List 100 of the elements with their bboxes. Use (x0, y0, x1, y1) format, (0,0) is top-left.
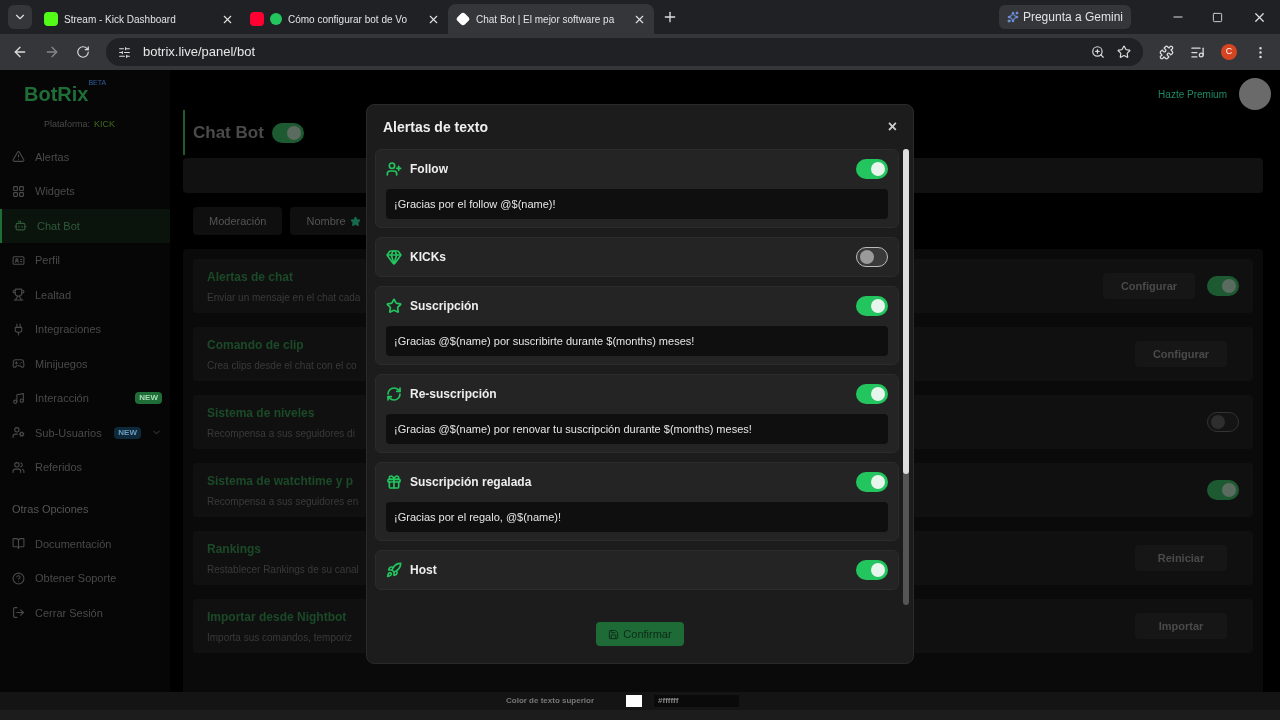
trophy-icon (12, 288, 25, 302)
sidebar-item[interactable]: Minijuegos (0, 346, 170, 381)
message-field[interactable]: ¡Gracias @$(name) por renovar tu suscripción durante $(months) meses! (386, 414, 888, 444)
back-icon[interactable] (12, 44, 28, 60)
grid-icon (12, 184, 25, 198)
favicon-icon (250, 12, 264, 26)
browser-tab[interactable]: Chat Bot | El mejor software pa (448, 4, 654, 34)
sidebar-item[interactable]: Referidos (0, 450, 170, 485)
reload-icon[interactable] (76, 45, 90, 59)
browser-tab[interactable]: Stream - Kick Dashboard (36, 4, 242, 34)
gift-icon (386, 474, 402, 490)
users-icon (12, 460, 25, 474)
maximize-icon[interactable] (1212, 11, 1223, 23)
refresh-icon (386, 386, 402, 402)
confirm-button[interactable]: Confirmar (596, 622, 684, 646)
gamepad-icon (12, 357, 25, 371)
toggle-switch[interactable] (856, 247, 888, 267)
sidebar-item[interactable]: Lealtad (0, 277, 170, 312)
music-note-icon (12, 391, 25, 405)
address-bar[interactable]: botrix.live/panel/bot (106, 38, 1143, 66)
sidebar-item[interactable]: Integraciones (0, 312, 170, 347)
toggle-switch[interactable] (856, 296, 888, 316)
platform-name: KICK (94, 118, 116, 131)
sidebar-item[interactable]: Cerrar Sesión (0, 595, 170, 630)
message-field[interactable]: ¡Gracias por el follow @$(name)! (386, 189, 888, 219)
new-badge: NEW (135, 392, 162, 405)
media-icon[interactable] (1190, 44, 1205, 60)
sparkle-icon (1006, 11, 1019, 23)
tab[interactable]: Moderación (193, 207, 283, 235)
rocket-icon (386, 562, 402, 578)
tab-title: Cómo configurar bot de Vo (288, 12, 408, 27)
sidebar-item[interactable]: Alertas (0, 139, 170, 174)
book-icon (12, 537, 25, 551)
toggle-switch[interactable] (1207, 276, 1239, 296)
help-icon (12, 571, 25, 585)
gemini-button[interactable]: Pregunta a Gemini (998, 5, 1131, 29)
tab-title: Chat Bot | El mejor software pa (476, 12, 616, 27)
toggle-switch[interactable] (1207, 412, 1239, 432)
scrollbar[interactable] (903, 149, 909, 605)
new-badge: NEW (114, 426, 141, 439)
forward-icon[interactable] (44, 44, 60, 60)
profile-avatar[interactable]: C (1221, 44, 1237, 60)
sidebar-item[interactable]: Sub-Usuarios NEW (0, 415, 170, 450)
sidebar-item[interactable]: Widgets (0, 174, 170, 209)
color-value-field[interactable]: #ffffff (654, 695, 739, 707)
sidebar-item[interactable]: Documentación (0, 526, 170, 561)
feature-title: Importar desde Nightbot (207, 608, 347, 626)
star-icon (386, 298, 402, 314)
alert-label: Follow (410, 161, 449, 177)
url-text: botrix.live/panel/bot (143, 42, 255, 61)
site-settings-icon[interactable] (118, 45, 131, 59)
toggle-switch[interactable] (856, 472, 888, 492)
message-field[interactable]: ¡Gracias por el regalo, @$(name)! (386, 502, 888, 532)
toggle-switch[interactable] (856, 560, 888, 580)
alert-label: Re-suscripción (410, 386, 498, 402)
tab-title: Stream - Kick Dashboard (64, 12, 177, 27)
zoom-icon[interactable] (1091, 45, 1105, 59)
close-button[interactable]: × (887, 119, 897, 135)
bookmark-star-icon[interactable] (1117, 45, 1131, 59)
user-gear-icon (12, 426, 25, 440)
feature-title: Sistema de watchtime y p (207, 472, 354, 490)
platform-label: Plataforma: (44, 118, 91, 131)
favicon-icon (455, 11, 471, 27)
favicon-icon (44, 12, 58, 26)
logo[interactable]: BotRix (24, 80, 89, 108)
color-swatch[interactable] (626, 695, 642, 707)
plug-icon (12, 322, 25, 336)
sidebar-item[interactable]: Chat Bot (0, 208, 170, 243)
toggle-switch[interactable] (856, 159, 888, 179)
robot-icon (14, 219, 27, 233)
feature-title: Rankings (207, 540, 261, 558)
tab-list-button[interactable] (8, 5, 32, 29)
logout-icon (12, 606, 25, 620)
id-card-icon (12, 253, 25, 267)
sidebar-item[interactable]: Obtener Soporte (0, 561, 170, 596)
user-avatar[interactable] (1239, 78, 1271, 110)
feature-title: Sistema de niveles (207, 404, 315, 422)
toggle-switch[interactable] (856, 384, 888, 404)
message-field[interactable]: ¡Gracias @$(name) por suscribirte durante $(months) meses! (386, 326, 888, 356)
new-tab-icon[interactable] (662, 9, 678, 25)
star-icon (349, 215, 361, 227)
feature-title: Comando de clip (207, 336, 304, 354)
modal-title: Alertas de texto (383, 118, 490, 137)
user-plus-icon (386, 161, 402, 177)
toggle-switch[interactable] (1207, 480, 1239, 500)
feature-title: Alertas de chat (207, 268, 294, 286)
sidebar-item[interactable]: Perfil (0, 243, 170, 278)
premium-link[interactable]: Hazte Premium (1158, 86, 1227, 102)
toggle-switch[interactable] (271, 122, 304, 143)
warning-icon (12, 150, 25, 164)
alert-label: Suscripción regalada (410, 474, 533, 490)
extensions-icon[interactable] (1159, 44, 1174, 60)
alert-label: KICKs (410, 249, 447, 265)
setting-label: Color de texto superior (506, 695, 594, 707)
page-title: Chat Bot (193, 121, 264, 144)
browser-tab[interactable]: Cómo configurar bot de Vo (242, 4, 448, 34)
sidebar-item[interactable]: Interacción NEW (0, 381, 170, 416)
save-icon (608, 628, 620, 640)
alert-label: Host (410, 562, 438, 578)
section-heading: Otras Opciones (11, 502, 90, 518)
